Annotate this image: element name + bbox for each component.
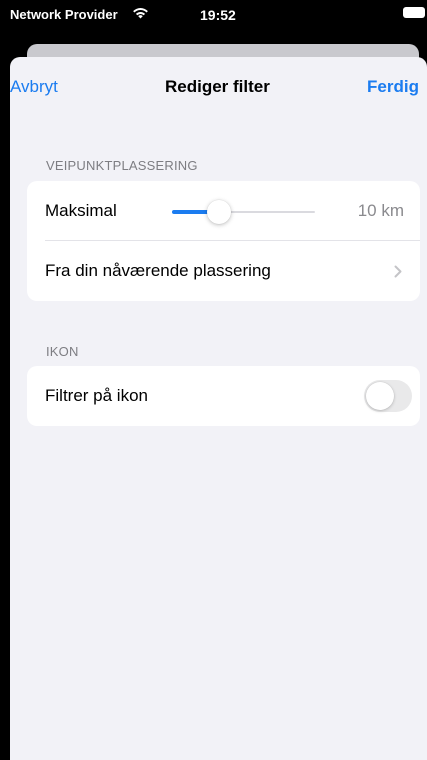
wifi-icon xyxy=(133,8,148,19)
filter-by-icon-toggle[interactable] xyxy=(364,380,412,412)
from-current-location-label: Fra din nåværende plassering xyxy=(45,261,271,280)
filter-by-icon-row: Filtrer på ikon xyxy=(27,366,420,426)
section-header-icon: IKON xyxy=(46,344,79,359)
filter-by-icon-label: Filtrer på ikon xyxy=(45,386,148,405)
edit-filter-sheet: Avbryt Rediger filter Ferdig VEIPUNKTPLA… xyxy=(10,57,427,760)
status-bar: Network Provider 19:52 xyxy=(0,0,427,40)
slider-thumb[interactable] xyxy=(207,200,231,224)
chevron-right-icon xyxy=(394,265,402,278)
from-current-location-row[interactable]: Fra din nåværende plassering xyxy=(27,241,420,301)
carrier-label: Network Provider xyxy=(10,7,118,22)
max-distance-row: Maksimal 10 km xyxy=(27,181,420,241)
done-button[interactable]: Ferdig xyxy=(367,77,419,97)
waypoint-location-group: Maksimal 10 km Fra din nåværende plasser… xyxy=(27,181,420,301)
max-distance-label: Maksimal xyxy=(45,201,117,220)
battery-icon xyxy=(403,7,425,18)
status-time: 19:52 xyxy=(200,7,236,23)
icon-group: Filtrer på ikon xyxy=(27,366,420,426)
max-distance-slider[interactable] xyxy=(172,200,315,224)
max-distance-value: 10 km xyxy=(357,201,404,220)
section-header-waypoint-location: VEIPUNKTPLASSERING xyxy=(46,158,198,173)
cancel-button[interactable]: Avbryt xyxy=(10,77,58,97)
navigation-bar: Avbryt Rediger filter Ferdig xyxy=(10,57,427,117)
toggle-knob xyxy=(366,382,394,410)
page-title: Rediger filter xyxy=(165,77,270,96)
